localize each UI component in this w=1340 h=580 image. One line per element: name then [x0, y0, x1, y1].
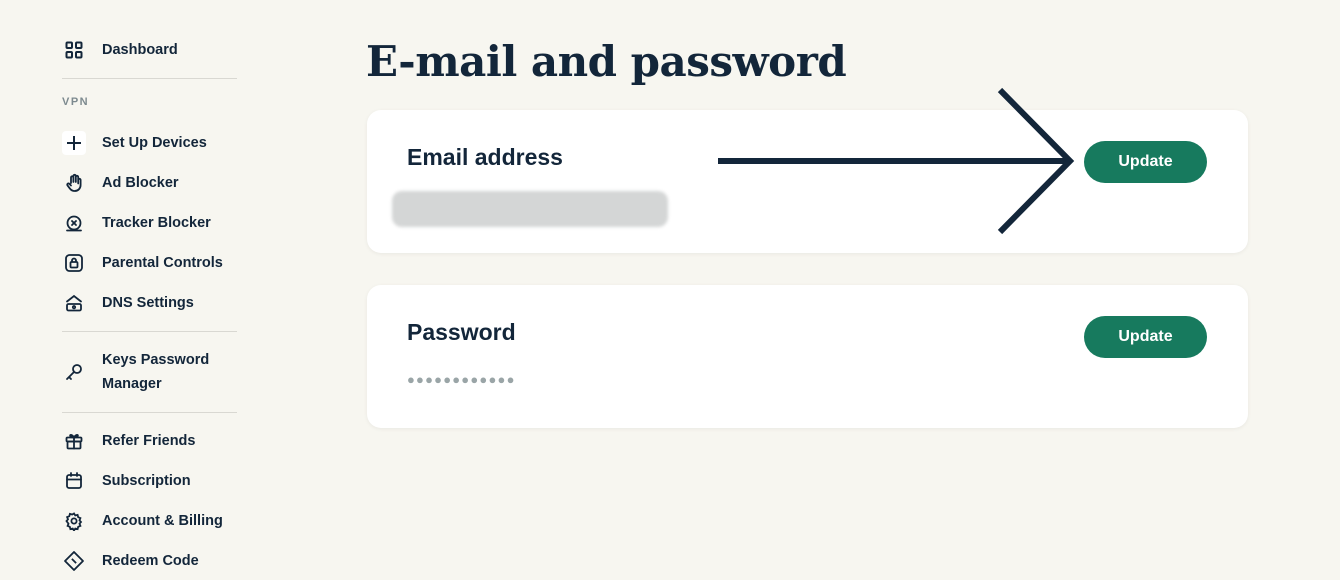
sidebar-item-label: Account & Billing [102, 513, 223, 529]
email-card: Email address Update [367, 110, 1248, 253]
sidebar: Dashboard VPN Set Up Devices Ad Blocker … [0, 0, 250, 580]
sidebar-item-label: Dashboard [102, 42, 178, 58]
sidebar-item-keys-password-manager[interactable]: Keys Password Manager [62, 348, 232, 396]
hand-icon [62, 171, 86, 195]
sidebar-item-label: Keys Password Manager [102, 352, 210, 392]
update-email-button[interactable]: Update [1084, 141, 1207, 183]
password-card-title: Password [407, 319, 516, 345]
sidebar-item-label: Redeem Code [102, 553, 199, 569]
section-label-vpn: VPN [62, 96, 90, 108]
sidebar-item-tracker-blocker[interactable]: Tracker Blocker [62, 211, 211, 235]
password-card: Password ●●●●●●●●●●●● Update [367, 285, 1248, 428]
plus-icon [62, 131, 86, 155]
divider [62, 78, 237, 79]
sidebar-item-label: Set Up Devices [102, 135, 207, 151]
page-title: E-mail and password [366, 37, 847, 86]
sidebar-item-label: Tracker Blocker [102, 215, 211, 231]
sidebar-item-ad-blocker[interactable]: Ad Blocker [62, 171, 179, 195]
sidebar-item-label: Parental Controls [102, 255, 223, 271]
sidebar-item-label: Subscription [102, 473, 191, 489]
divider [62, 412, 237, 413]
grid-icon [62, 38, 86, 62]
sidebar-item-dns-settings[interactable]: DNS Settings [62, 291, 194, 315]
divider [62, 331, 237, 332]
sidebar-item-set-up-devices[interactable]: Set Up Devices [62, 131, 207, 155]
email-card-title: Email address [407, 144, 563, 170]
email-value-redacted [392, 191, 668, 227]
sidebar-item-parental-controls[interactable]: Parental Controls [62, 251, 223, 275]
ticket-icon [62, 549, 86, 573]
lock-icon [62, 251, 86, 275]
sidebar-item-subscription[interactable]: Subscription [62, 469, 191, 493]
key-icon [62, 360, 86, 384]
dns-icon [62, 291, 86, 315]
sidebar-item-label: Refer Friends [102, 433, 196, 449]
password-masked-value: ●●●●●●●●●●●● [407, 372, 516, 387]
sidebar-item-label: DNS Settings [102, 295, 194, 311]
sidebar-item-redeem-code[interactable]: Redeem Code [62, 549, 199, 573]
sidebar-item-label: Ad Blocker [102, 175, 179, 191]
sidebar-item-refer-friends[interactable]: Refer Friends [62, 429, 195, 453]
gear-icon [62, 509, 86, 533]
gift-icon [62, 429, 86, 453]
sidebar-item-dashboard[interactable]: Dashboard [62, 38, 178, 62]
sidebar-item-account-billing[interactable]: Account & Billing [62, 509, 223, 533]
tracker-blocker-icon [62, 211, 86, 235]
calendar-icon [62, 469, 86, 493]
update-password-button[interactable]: Update [1084, 316, 1207, 358]
